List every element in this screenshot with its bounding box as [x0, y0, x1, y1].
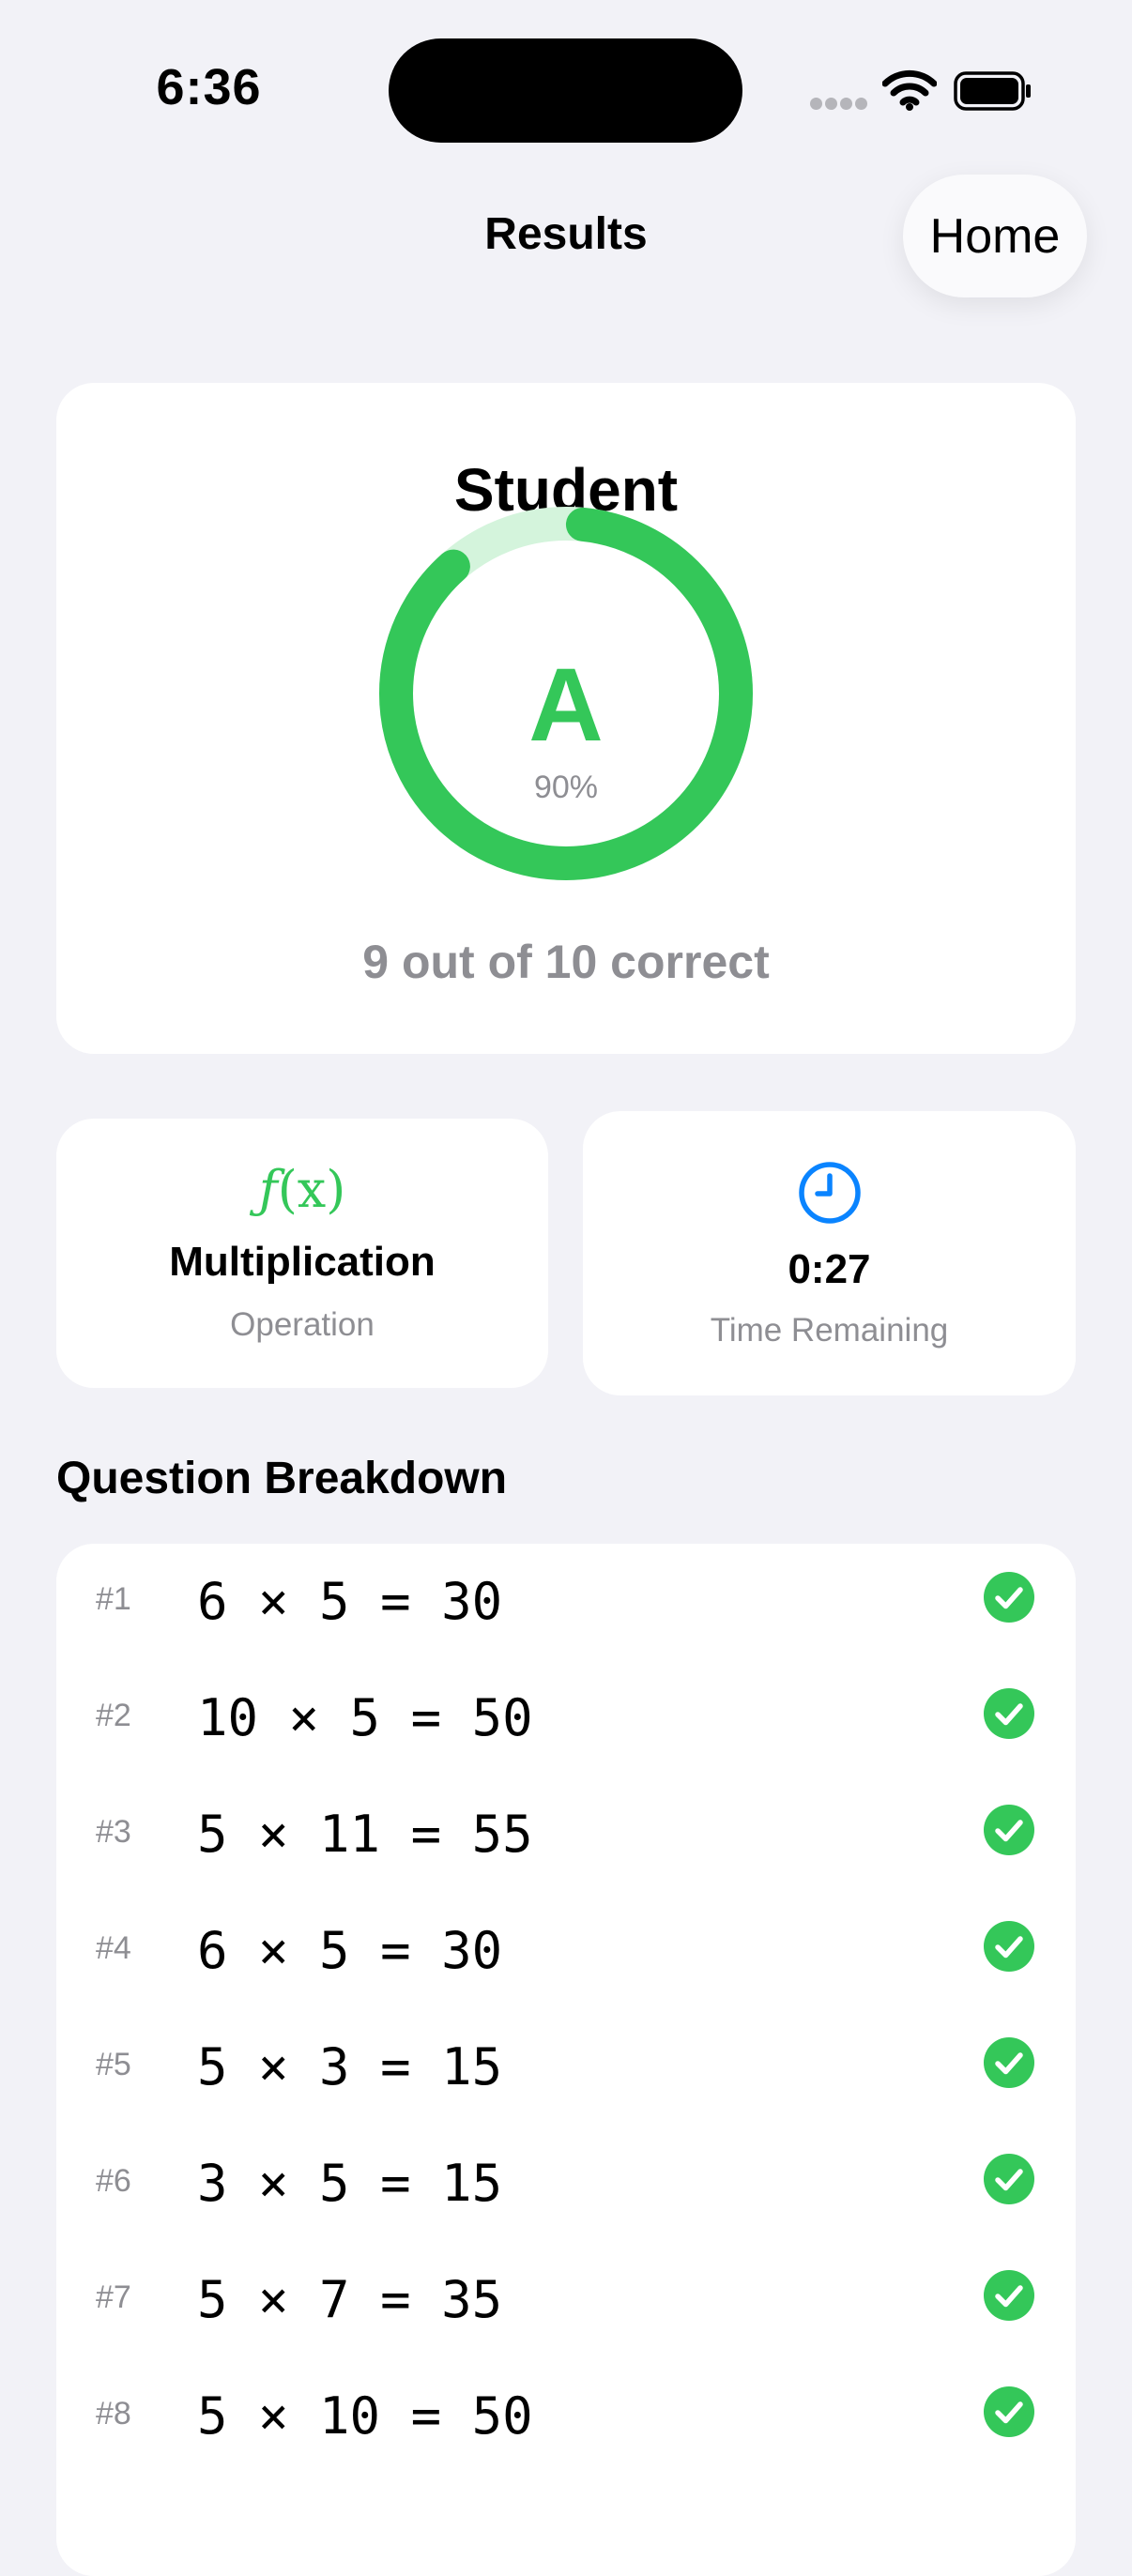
checkmark-circle-icon [984, 1921, 1034, 1972]
checkmark-circle-icon [984, 1688, 1034, 1739]
operation-value: Multiplication [169, 1239, 436, 1285]
question-number: #7 [96, 2279, 131, 2315]
checkmark-circle-icon [984, 2270, 1034, 2321]
operation-label: Operation [230, 1306, 375, 1343]
correct-count: 9 out of 10 correct [362, 936, 770, 988]
function-icon: ƒ(x) [258, 1160, 346, 1219]
grade-letter: A [528, 648, 604, 763]
clock-icon [799, 1162, 861, 1224]
home-button[interactable]: Home [903, 175, 1087, 297]
question-expression: 5 × 10 = 50 [197, 2386, 533, 2446]
dynamic-island [389, 38, 742, 143]
question-number: #4 [96, 1930, 131, 1966]
question-number: #8 [96, 2396, 131, 2431]
checkmark-circle-icon [984, 2037, 1034, 2088]
list-item: #7 5 × 7 = 35 [56, 2242, 1076, 2358]
question-breakdown-list: #1 6 × 5 = 30 #2 10 × 5 = 50 #3 5 × 11 =… [56, 1544, 1076, 2576]
question-number: #6 [96, 2163, 131, 2199]
time-remaining-card: 0:27 Time Remaining [583, 1111, 1076, 1395]
list-item: #6 3 × 5 = 15 [56, 2126, 1076, 2242]
list-item: #3 5 × 11 = 55 [56, 1776, 1076, 1893]
list-item: #8 5 × 10 = 50 [56, 2358, 1076, 2475]
list-item: #2 10 × 5 = 50 [56, 1660, 1076, 1776]
cellular-signal-icon [810, 98, 868, 111]
checkmark-circle-icon [984, 2154, 1034, 2204]
wifi-icon [882, 69, 937, 111]
question-number: #1 [96, 1581, 131, 1617]
question-expression: 5 × 11 = 55 [197, 1805, 533, 1864]
question-expression: 6 × 5 = 30 [197, 1921, 503, 1980]
section-title: Question Breakdown [56, 1454, 508, 1503]
status-time: 6:36 [156, 59, 262, 115]
time-remaining-value: 0:27 [788, 1246, 871, 1292]
question-expression: 10 × 5 = 50 [197, 1688, 533, 1747]
checkmark-circle-icon [984, 1572, 1034, 1623]
checkmark-circle-icon [984, 2386, 1034, 2437]
list-item: #4 6 × 5 = 30 [56, 1893, 1076, 2009]
list-item: #1 6 × 5 = 30 [56, 1544, 1076, 1660]
question-number: #5 [96, 2047, 131, 2082]
question-expression: 5 × 3 = 15 [197, 2037, 503, 2096]
question-expression: 3 × 5 = 15 [197, 2154, 503, 2213]
question-expression: 5 × 7 = 35 [197, 2270, 503, 2329]
time-remaining-label: Time Remaining [710, 1312, 949, 1349]
checkmark-circle-icon [984, 1805, 1034, 1855]
page-title: Results [484, 209, 648, 259]
question-number: #2 [96, 1698, 131, 1733]
question-number: #3 [96, 1814, 131, 1850]
grade-card: Student A 90% 9 out of 10 correct [56, 383, 1076, 1054]
battery-icon [954, 71, 1031, 111]
status-bar: 6:36 [0, 0, 1132, 178]
operation-card: ƒ(x) Multiplication Operation [56, 1119, 548, 1388]
list-item: #5 5 × 3 = 15 [56, 2009, 1076, 2126]
question-expression: 6 × 5 = 30 [197, 1572, 503, 1631]
grade-percent: 90% [533, 770, 599, 805]
